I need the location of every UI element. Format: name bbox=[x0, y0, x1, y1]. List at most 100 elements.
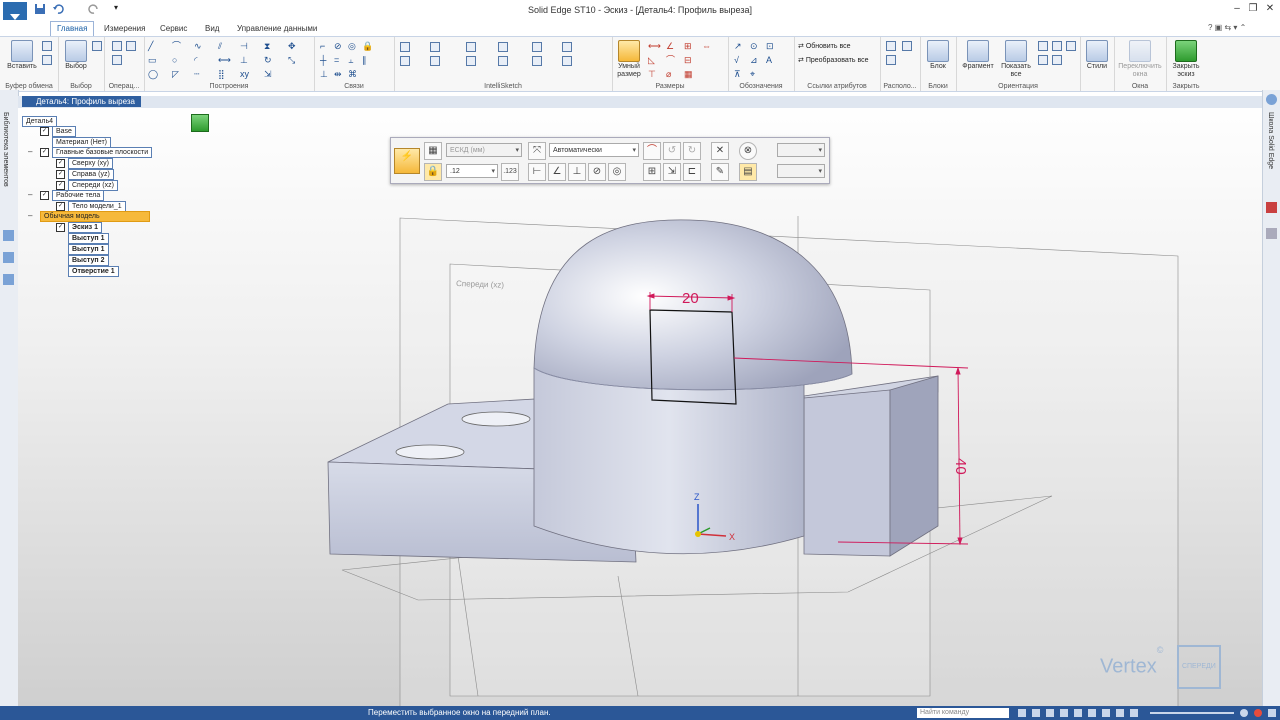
update-all-button[interactable]: ⇄ Обновить все bbox=[798, 42, 851, 50]
collapse-icon[interactable]: – bbox=[28, 190, 32, 199]
intellisketch-check-5[interactable] bbox=[532, 42, 542, 52]
checkbox[interactable]: ✓ bbox=[56, 158, 65, 168]
paste-button[interactable]: Вставить bbox=[4, 40, 40, 71]
panel-icon[interactable] bbox=[1266, 228, 1277, 239]
tab-home[interactable]: Главная bbox=[50, 21, 95, 36]
radius-dim-icon[interactable]: ⊘ bbox=[588, 163, 606, 181]
collinear-icon[interactable]: ⫠ bbox=[348, 55, 353, 65]
library-icon-1[interactable] bbox=[3, 230, 14, 241]
dimension-axis-icon[interactable]: ⤧ bbox=[528, 142, 546, 160]
coordinate-icon[interactable]: xy bbox=[240, 69, 249, 79]
datum-icon[interactable]: ⊼ bbox=[734, 69, 741, 79]
curve-icon[interactable]: ∿ bbox=[194, 41, 202, 51]
layout-icon-3[interactable] bbox=[886, 55, 896, 65]
text-icon[interactable]: A bbox=[766, 55, 772, 65]
arc-length-dim-icon[interactable]: ⌒ bbox=[666, 55, 675, 65]
dim-properties-icon[interactable]: ▤ bbox=[739, 163, 757, 181]
tree-item-top-plane[interactable]: ✓ Сверху (xy) bbox=[56, 158, 114, 169]
intellisketch-check-12[interactable] bbox=[562, 56, 572, 66]
perpendicular-icon[interactable]: ⊥ bbox=[320, 69, 328, 79]
horizontal-vertical-icon[interactable]: ┼ bbox=[320, 55, 326, 65]
tree-item-right-plane[interactable]: ✓ Справа (yz) bbox=[56, 169, 114, 180]
tree-item-protrusion[interactable]: Выступ 1 bbox=[68, 233, 109, 244]
tab-tools[interactable]: Сервис bbox=[154, 22, 193, 36]
circle-icon[interactable]: ○ bbox=[172, 55, 177, 65]
sketch-view-icon[interactable] bbox=[1038, 55, 1048, 65]
intellisketch-check-4[interactable] bbox=[498, 42, 508, 52]
move-icon[interactable]: ✥ bbox=[288, 41, 296, 51]
place-dim-icon[interactable]: ⊞ bbox=[643, 163, 661, 181]
school-icon[interactable] bbox=[1266, 94, 1277, 105]
checkbox[interactable]: ✓ bbox=[40, 126, 49, 136]
3d-viewport[interactable]: 20 40 Спереди (xz) Z X bbox=[18, 96, 1262, 706]
horizontal-dim-icon[interactable]: ⊢ bbox=[528, 163, 546, 181]
library-icon-2[interactable] bbox=[3, 252, 14, 263]
copy-icon[interactable] bbox=[42, 55, 52, 65]
solid-edge-school-tab[interactable]: Школа Solid Edge bbox=[1267, 112, 1274, 169]
intellisketch-check-9[interactable] bbox=[466, 56, 476, 66]
scale-icon[interactable]: ⤡ bbox=[288, 55, 295, 65]
status-icon-7[interactable] bbox=[1102, 709, 1110, 717]
status-icon-10[interactable] bbox=[1240, 709, 1248, 717]
diameter-dim-icon[interactable]: ◎ bbox=[608, 163, 626, 181]
diameter-dim-icon[interactable]: ⌀ bbox=[666, 69, 671, 79]
tree-item-protrusion[interactable]: Выступ 1 bbox=[68, 244, 109, 255]
construction-icon[interactable]: ┄ bbox=[194, 69, 199, 79]
tab-view[interactable]: Вид bbox=[199, 22, 225, 36]
layout-icon-2[interactable] bbox=[902, 41, 912, 51]
intellisketch-check-1[interactable] bbox=[400, 42, 410, 52]
edit-text-icon[interactable]: ✎ bbox=[711, 163, 729, 181]
dim-style-icon[interactable]: ▦ bbox=[684, 69, 693, 79]
lock-dimension-icon[interactable]: 🔒 bbox=[424, 163, 442, 181]
zoom-slider[interactable] bbox=[1150, 712, 1234, 714]
dim-prefix-icon[interactable]: ⊏ bbox=[683, 163, 701, 181]
checkbox[interactable]: ✓ bbox=[56, 169, 65, 179]
status-icon-4[interactable] bbox=[1060, 709, 1068, 717]
collapse-icon[interactable]: – bbox=[28, 211, 32, 220]
connect-icon[interactable]: ⌐ bbox=[320, 41, 325, 51]
fcf-icon[interactable]: ⌖ bbox=[750, 69, 755, 79]
operation-icon-1[interactable] bbox=[112, 41, 122, 51]
precision-icon[interactable]: .123 bbox=[501, 163, 519, 181]
equal-icon[interactable]: = bbox=[334, 55, 339, 65]
operation-icon-3[interactable] bbox=[112, 55, 122, 65]
tangent-icon[interactable]: ⊘ bbox=[334, 41, 342, 51]
concentric-icon[interactable]: ◎ bbox=[348, 41, 356, 51]
operation-icon-2[interactable] bbox=[126, 41, 136, 51]
tolerance-select-2[interactable] bbox=[777, 164, 825, 179]
status-icon-8[interactable] bbox=[1116, 709, 1124, 717]
pan-icon[interactable] bbox=[1052, 41, 1062, 51]
record-icon[interactable] bbox=[1254, 709, 1262, 717]
rigid-icon[interactable]: ⌘ bbox=[348, 69, 357, 79]
angle-dim-icon[interactable]: ∠ bbox=[666, 41, 674, 51]
distance-dim-icon[interactable]: ⟷ bbox=[648, 41, 661, 51]
pattern-icon[interactable]: ⣿ bbox=[218, 69, 225, 79]
status-icon-11[interactable] bbox=[1268, 709, 1276, 717]
weld-icon[interactable]: ⊿ bbox=[750, 55, 758, 65]
tree-item-base[interactable]: ✓ Base bbox=[40, 126, 76, 137]
youtube-icon[interactable] bbox=[1266, 202, 1277, 213]
parallel-icon[interactable]: ∥ bbox=[362, 55, 367, 65]
coordinate-dim-icon[interactable]: ⊞ bbox=[684, 41, 692, 51]
fillet-icon[interactable]: ◜ bbox=[194, 55, 198, 65]
callout-icon[interactable]: ↗ bbox=[734, 41, 742, 51]
help-icons[interactable]: ? ▣ ⇆ ▾ ⌃ bbox=[1208, 23, 1246, 32]
close-button[interactable]: ✕ bbox=[1263, 3, 1277, 15]
note-icon[interactable]: ⊡ bbox=[766, 41, 774, 51]
intellisketch-check-6[interactable] bbox=[562, 42, 572, 52]
checkbox[interactable]: ✓ bbox=[56, 180, 65, 190]
tree-item-protrusion[interactable]: Выступ 2 bbox=[68, 255, 109, 266]
arc-icon[interactable]: ⌒ bbox=[172, 41, 181, 51]
styles-button[interactable]: Стили bbox=[1084, 40, 1110, 71]
fit-all-button[interactable]: Показать все bbox=[998, 40, 1034, 79]
cancel-icon[interactable]: ✕ bbox=[711, 142, 729, 160]
document-tab[interactable]: Деталь4: Профиль выреза bbox=[22, 96, 141, 107]
dim-to-edge-icon[interactable]: ⇲ bbox=[663, 163, 681, 181]
tree-item-material[interactable]: Материал (Нет) bbox=[52, 137, 111, 148]
mirror-icon[interactable]: ⧗ bbox=[264, 41, 270, 51]
tab-measure[interactable]: Измерения bbox=[98, 22, 151, 36]
intellisketch-check-3[interactable] bbox=[466, 42, 476, 52]
standard-select[interactable]: ЕСКД (мм) bbox=[446, 143, 522, 158]
tolerance-select[interactable] bbox=[777, 143, 825, 158]
tree-item-ordered-model[interactable]: Обычная модель bbox=[40, 211, 150, 222]
